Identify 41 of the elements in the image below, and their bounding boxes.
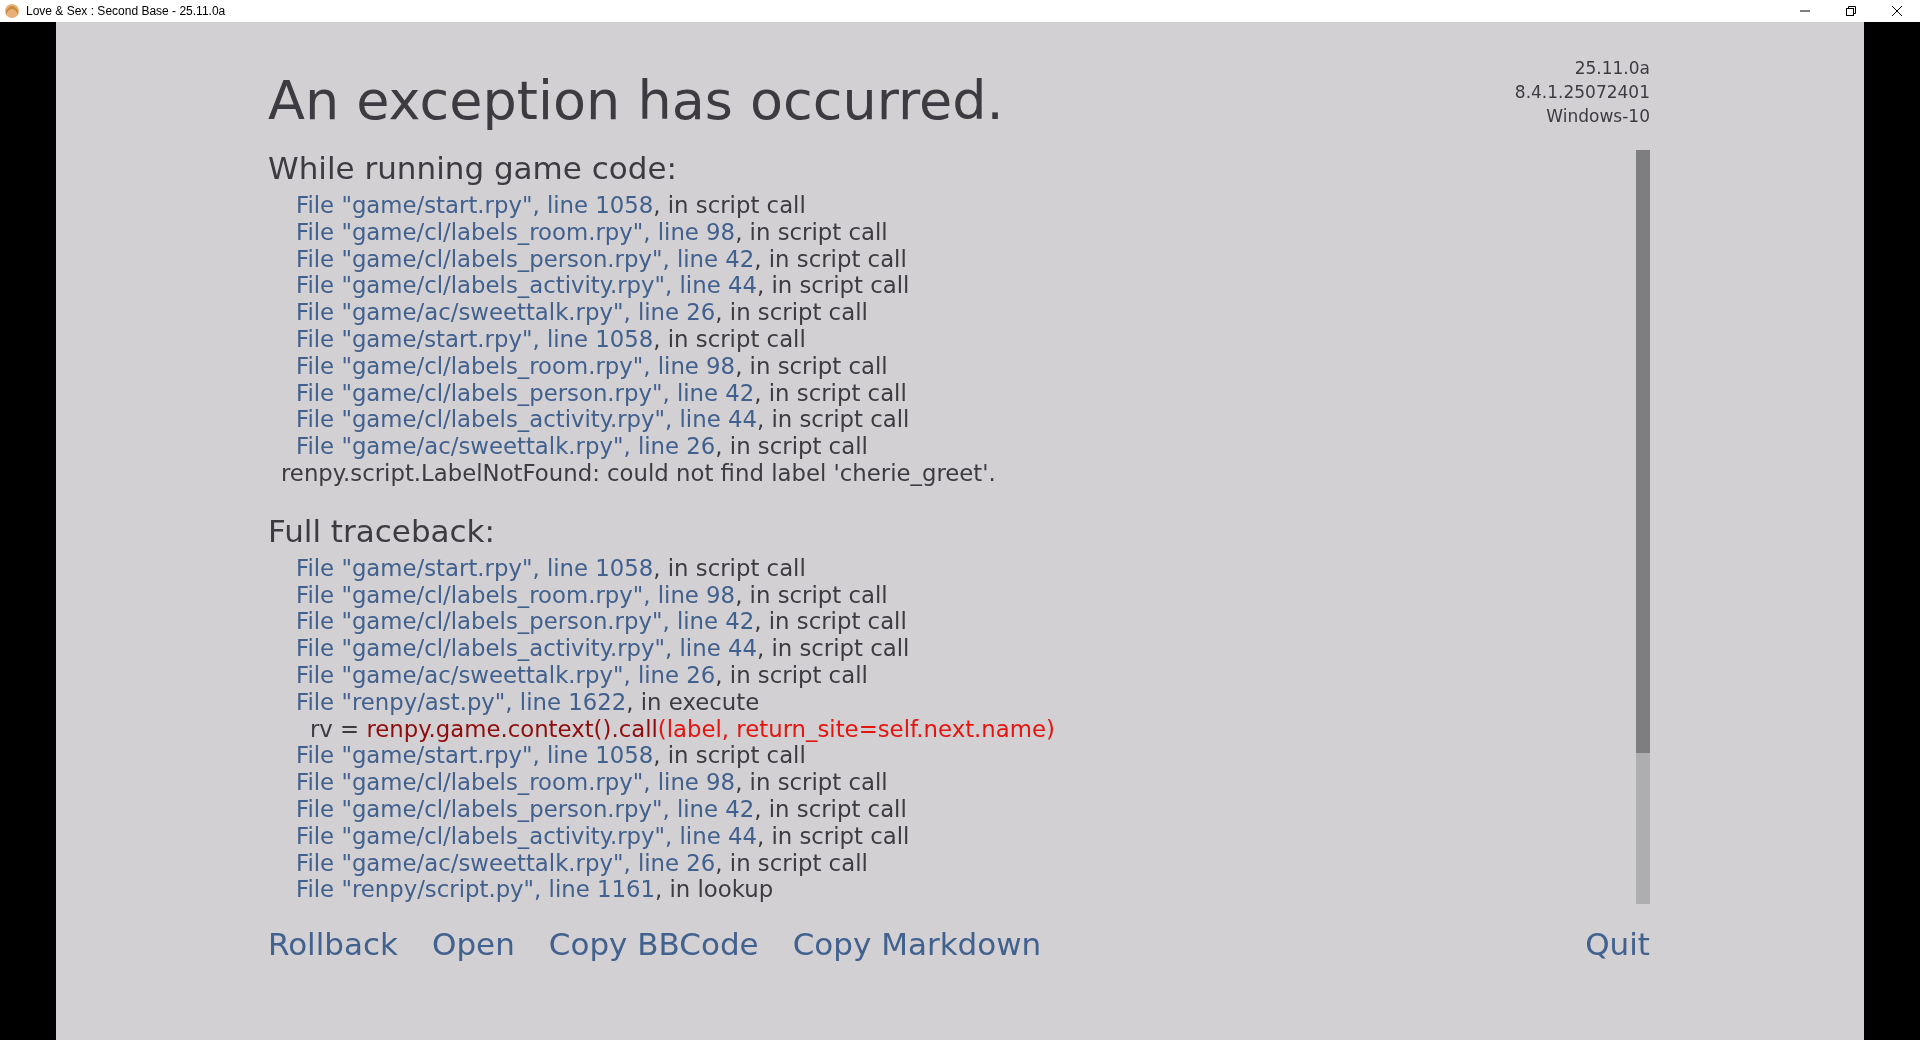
traceback-line: File "game/start.rpy", line 1058, in script call	[295, 192, 807, 219]
action-button[interactable]: Rollback	[268, 924, 398, 964]
traceback-line: File "game/start.rpy", line 1058, in script call	[295, 554, 807, 582]
quit-button[interactable]: Quit	[1585, 924, 1650, 964]
close-icon	[1892, 6, 1902, 16]
code-line: rv = renpy.game.context().call(label, return_site=self.next.name)	[309, 715, 1056, 743]
exception-message: renpy.script.LabelNotFound: could not find label 'cherie_greet'.	[280, 459, 997, 487]
traceback-line: File "game/cl/labels_activity.rpy", line 44, in script call	[295, 635, 911, 662]
traceback-line: File "game/ac/sweettalk.rpy", line 26, in script call	[295, 299, 869, 326]
app-icon	[4, 3, 20, 19]
traceback-line: File "game/cl/labels_activity.rpy", line 44, in script call	[295, 406, 911, 434]
version-text: Windows-10	[1546, 105, 1650, 128]
traceback-line: File "game/start.rpy", line 1058, in script call	[295, 326, 807, 353]
traceback-line: File "game/ac/sweettalk.rpy", line 26, in script call	[295, 661, 869, 689]
traceback-line: File "game/cl/labels_person.rpy", line 42, in script call	[295, 608, 908, 636]
traceback-line: File "game/ac/sweettalk.rpy", line 26, in script call	[295, 849, 869, 877]
error-heading: An exception has occurred.	[268, 74, 1004, 128]
traceback-line: File "game/cl/labels_person.rpy", line 42, in script call	[295, 795, 908, 823]
traceback-line: File "game/cl/labels_room.rpy", line 98, in script call	[295, 218, 889, 246]
action-button[interactable]: Open	[432, 924, 515, 964]
traceback-line: File "game/cl/labels_room.rpy", line 98, in script call	[295, 352, 889, 380]
scrollbar[interactable]	[1636, 150, 1650, 904]
traceback-line: File "game/start.rpy", line 1058, in script call	[295, 742, 807, 770]
section-heading: While running game code:	[268, 150, 678, 186]
traceback-line: File "game/cl/labels_person.rpy", line 42, in script call	[295, 379, 908, 407]
window-title: Love & Sex : Second Base - 25.11.0a	[26, 4, 227, 18]
traceback-line: File "renpy/ast.py", line 1622, in execute	[295, 688, 761, 716]
version-text: 8.4.1.25072401	[1514, 81, 1650, 104]
restore-icon	[1846, 6, 1856, 16]
action-button[interactable]: Copy Markdown	[792, 924, 1042, 964]
traceback-line: File "renpy/script.py", line 1161, in lookup	[295, 876, 775, 904]
section-heading: Full traceback:	[268, 512, 496, 549]
scrollbar-thumb[interactable]	[1636, 150, 1650, 754]
traceback-line: File "game/cl/labels_activity.rpy", line 44, in script call	[295, 822, 911, 850]
traceback-line: File "game/cl/labels_room.rpy", line 98, in script call	[295, 769, 889, 796]
traceback-line: File "game/cl/labels_room.rpy", line 98, in script call	[295, 581, 889, 609]
traceback-line: File "game/ac/sweettalk.rpy", line 26, in script call	[295, 433, 869, 460]
traceback-line: File "game/cl/labels_activity.rpy", line 44, in script call	[295, 272, 911, 300]
traceback-line: File "game/cl/labels_person.rpy", line 42, in script call	[295, 245, 908, 273]
action-button[interactable]: Copy BBCode	[548, 924, 759, 964]
version-text: 25.11.0a	[1574, 57, 1650, 80]
